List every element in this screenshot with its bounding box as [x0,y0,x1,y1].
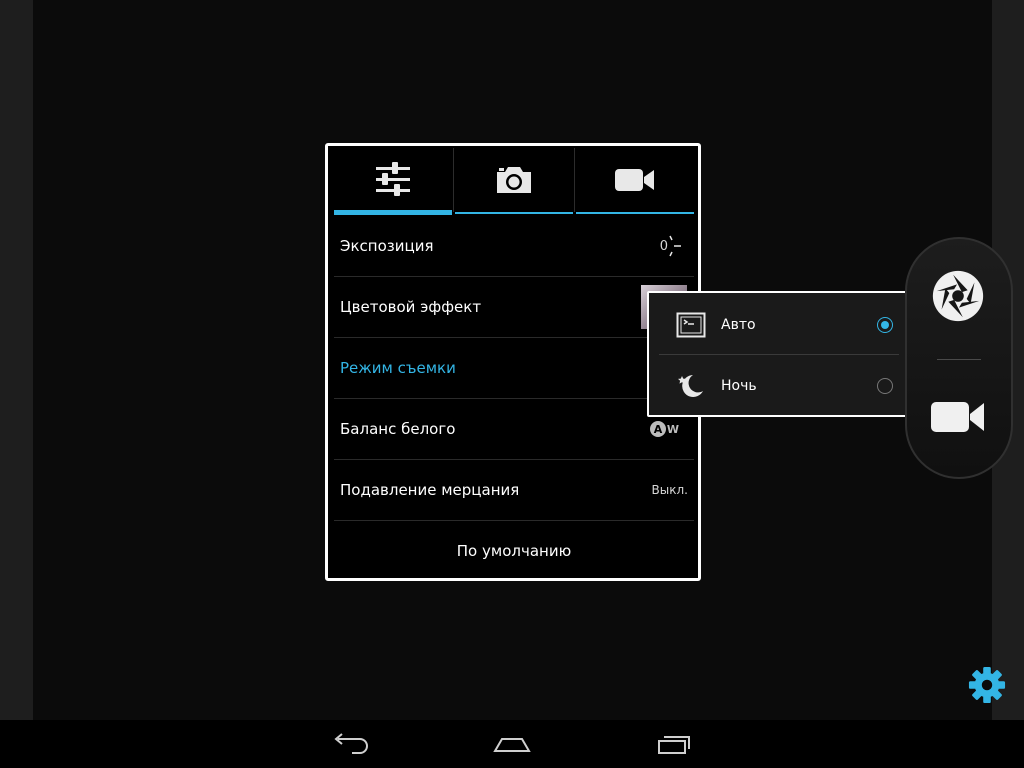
tab-divider [453,148,454,212]
setting-exposure[interactable]: Экспозиция 0 [334,216,694,277]
settings-gear-button[interactable] [968,666,1006,704]
restore-defaults-label: По умолчанию [456,542,572,560]
svg-text:A: A [654,423,663,436]
video-mode-button[interactable] [929,399,989,439]
setting-white-balance[interactable]: Баланс белого A W [334,399,694,460]
tab-indicator [455,212,573,214]
antibanding-value: Выкл. [651,483,688,497]
video-camera-icon [615,169,654,191]
night-scene-icon [675,370,707,402]
option-label: Ночь [721,378,757,394]
setting-label: Подавление мерцания [340,481,520,499]
back-button[interactable] [324,728,376,760]
gear-icon [968,666,1006,704]
camera-icon [497,167,531,193]
option-label: Авто [721,317,756,333]
scene-option-night[interactable]: Ночь [659,356,899,416]
scene-mode-popup: Авто Ночь [647,291,911,417]
recent-apps-icon [658,736,690,754]
shutter-aperture-icon [932,270,984,322]
mode-divider [937,359,981,360]
setting-color-effect[interactable]: Цветовой эффект [334,277,694,338]
video-camera-icon [931,402,984,432]
settings-panel: Экспозиция 0 Цветовой эффект Режим съемк… [325,143,701,581]
tab-indicator [576,212,694,214]
tab-video-settings[interactable] [576,146,694,214]
home-button[interactable] [486,728,538,760]
sliders-icon [376,162,410,196]
recent-apps-button[interactable] [648,728,700,760]
settings-tabs [334,146,694,215]
exposure-icon [669,235,681,257]
scene-option-auto[interactable]: Авто [659,295,899,355]
option-divider [659,354,899,355]
exposure-value: 0 [660,234,682,258]
auto-white-balance-icon: A W [650,421,679,437]
system-navigation-bar [0,720,1024,768]
tab-general-settings[interactable] [334,146,452,215]
auto-scene-icon [675,309,707,341]
setting-scene-mode[interactable]: Режим съемки [334,338,694,399]
radio-selected[interactable] [877,317,893,333]
setting-label: Цветовой эффект [340,298,482,316]
setting-antibanding[interactable]: Подавление мерцания Выкл. [334,460,694,521]
restore-defaults-button[interactable]: По умолчанию [334,521,694,581]
home-icon [493,738,531,752]
setting-label: Баланс белого [340,420,456,438]
back-icon [334,733,368,754]
radio-unselected[interactable] [877,378,893,394]
tab-indicator [334,210,452,215]
shutter-button[interactable] [929,267,989,327]
setting-label: Режим съемки [340,359,456,377]
svg-text:W: W [667,423,679,436]
left-strip [0,0,33,720]
capture-mode-panel [905,237,1013,479]
settings-list: Экспозиция 0 Цветовой эффект Режим съемк… [334,216,694,581]
tab-photo-settings[interactable] [455,146,573,214]
setting-label: Экспозиция [340,237,434,255]
tab-divider [574,148,575,212]
